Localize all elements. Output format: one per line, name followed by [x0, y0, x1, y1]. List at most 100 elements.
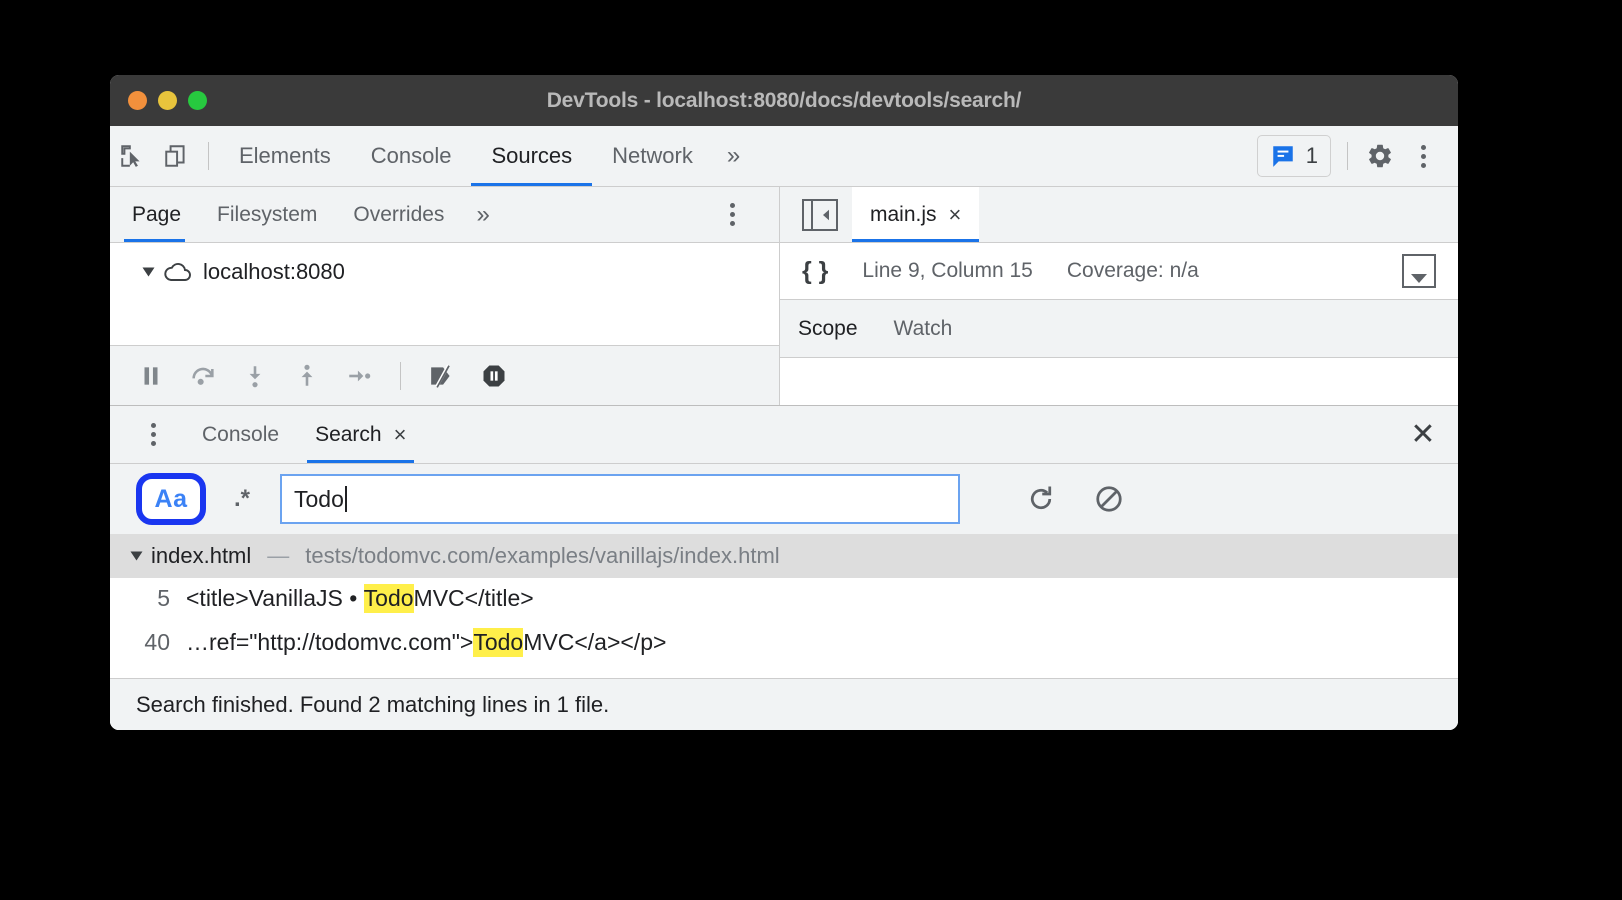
inspect-element-icon[interactable] — [110, 134, 154, 178]
drawer-tab-search-label: Search — [315, 422, 382, 446]
search-result-row[interactable]: 5 <title>VanillaJS • Todo MVC</title> — [110, 584, 1458, 628]
window-title: DevTools - localhost:8080/docs/devtools/… — [546, 88, 1022, 112]
result-line-after: MVC</a></p> — [523, 629, 667, 655]
tree-item-localhost[interactable]: localhost:8080 — [110, 253, 779, 291]
close-search-tab-icon[interactable]: × — [394, 423, 407, 446]
more-panels-chevron-icon[interactable]: » — [713, 126, 754, 186]
tab-scope[interactable]: Scope — [780, 300, 876, 357]
devtools-window: DevTools - localhost:8080/docs/devtools/… — [110, 75, 1458, 730]
editor-status-bar: { } Line 9, Column 15 Coverage: n/a — [780, 243, 1458, 300]
clear-icon[interactable] — [1086, 476, 1132, 522]
step-over-icon[interactable] — [180, 353, 226, 399]
sidebar-item-overrides[interactable]: Overrides — [335, 187, 462, 242]
tab-network[interactable]: Network — [592, 126, 713, 186]
nav-tab-filesystem-label: Filesystem — [217, 202, 318, 226]
navigator-tab-bar: Page Filesystem Overrides » — [110, 187, 779, 243]
chevron-down-icon[interactable] — [130, 551, 143, 561]
more-navigator-tabs-chevron-icon[interactable]: » — [462, 187, 503, 242]
regex-toggle-button[interactable]: .* — [214, 476, 270, 522]
coverage-dropdown-icon[interactable] — [1402, 254, 1436, 288]
cloud-icon — [164, 262, 191, 281]
pretty-print-braces-icon[interactable]: { } — [802, 257, 828, 286]
tab-sources-label: Sources — [491, 143, 573, 168]
sources-split: Page Filesystem Overrides » localhost:80… — [110, 187, 1458, 405]
drawer-kebab-menu-icon[interactable] — [132, 414, 174, 456]
match-case-button[interactable]: Aa — [136, 473, 206, 525]
navigator-pane: Page Filesystem Overrides » localhost:80… — [110, 187, 780, 405]
drawer: Console Search × ✕ Aa .* Todo index.html… — [110, 405, 1458, 730]
tab-sources[interactable]: Sources — [471, 126, 592, 186]
coverage-status: Coverage: n/a — [1066, 259, 1199, 282]
chevron-down-icon[interactable] — [142, 267, 155, 277]
editor-tab-bar: main.js × — [780, 187, 1458, 243]
result-line-before: …ref="http://todomvc.com"> — [186, 629, 474, 655]
search-result-file-header[interactable]: index.html — tests/todomvc.com/examples/… — [110, 534, 1458, 578]
tab-console[interactable]: Console — [351, 126, 472, 186]
drawer-tab-console[interactable]: Console — [184, 406, 297, 463]
result-line-number: 5 — [157, 585, 170, 611]
search-status-bar: Search finished. Found 2 matching lines … — [110, 678, 1458, 730]
debugger-toolbar — [110, 345, 779, 405]
nav-tab-overrides-label: Overrides — [353, 202, 445, 226]
tab-watch[interactable]: Watch — [876, 300, 971, 357]
result-separator: — — [267, 543, 290, 568]
close-icon[interactable]: × — [949, 203, 962, 226]
toolbar-divider-2 — [1347, 142, 1348, 170]
step-out-icon[interactable] — [284, 353, 330, 399]
sidebar-item-page[interactable]: Page — [110, 187, 199, 242]
navigator-kebab-menu-icon[interactable] — [711, 194, 753, 236]
message-count-badge[interactable]: 1 — [1256, 135, 1331, 177]
editor-file-tab-main-js[interactable]: main.js × — [852, 187, 980, 242]
gear-icon[interactable] — [1358, 134, 1402, 178]
device-toolbar-icon[interactable] — [154, 134, 198, 178]
tab-watch-label: Watch — [893, 316, 953, 340]
search-toolbar: Aa .* Todo — [110, 464, 1458, 534]
message-count: 1 — [1305, 143, 1318, 168]
drawer-tab-console-label: Console — [202, 422, 280, 446]
result-line-number: 40 — [144, 629, 170, 655]
match-case-label: Aa — [154, 484, 188, 513]
debugger-divider — [400, 361, 401, 390]
nav-tab-page-label: Page — [132, 202, 182, 226]
sidebar-item-filesystem[interactable]: Filesystem — [199, 187, 335, 242]
message-bubble-icon — [1273, 146, 1293, 167]
step-icon[interactable] — [336, 353, 382, 399]
step-into-icon[interactable] — [232, 353, 278, 399]
deactivate-breakpoints-icon[interactable] — [419, 353, 465, 399]
show-navigator-icon[interactable] — [802, 198, 838, 231]
result-line-after: MVC</title> — [413, 585, 534, 611]
refresh-icon[interactable] — [1018, 476, 1064, 522]
tab-console-label: Console — [370, 143, 452, 168]
search-status-text: Search finished. Found 2 matching lines … — [136, 691, 610, 717]
drawer-tab-bar: Console Search × ✕ — [110, 406, 1458, 464]
screenshot-root: DevTools - localhost:8080/docs/devtools/… — [0, 0, 1622, 900]
cursor-position: Line 9, Column 15 — [862, 259, 1033, 282]
search-actions — [1018, 476, 1132, 522]
toolbar-divider — [208, 142, 209, 170]
result-line-match: Todo — [363, 584, 414, 613]
file-tree: localhost:8080 — [110, 243, 779, 345]
close-window-button[interactable] — [128, 91, 147, 110]
tab-elements-label: Elements — [239, 143, 331, 168]
search-input[interactable]: Todo — [280, 474, 960, 524]
pause-script-icon[interactable] — [128, 353, 174, 399]
devtools-main-toolbar: Elements Console Sources Network » 1 — [110, 126, 1458, 187]
editor-pane: main.js × { } Line 9, Column 15 Coverage… — [780, 187, 1458, 405]
drawer-tab-search[interactable]: Search × — [297, 406, 424, 463]
kebab-menu-icon[interactable] — [1402, 135, 1444, 177]
pause-on-exceptions-icon[interactable] — [471, 353, 517, 399]
result-line-before: <title>VanillaJS • — [186, 585, 364, 611]
tab-elements[interactable]: Elements — [219, 126, 351, 186]
debug-sidebar-tabs: Scope Watch — [780, 300, 1458, 358]
editor-file-tab-label: main.js — [870, 202, 937, 226]
traffic-lights — [128, 91, 207, 110]
maximize-window-button[interactable] — [188, 91, 207, 110]
result-line-match: Todo — [473, 628, 524, 657]
text-cursor — [344, 486, 347, 512]
search-input-value: Todo — [294, 485, 344, 512]
tab-scope-label: Scope — [798, 316, 858, 340]
panel-tab-bar: Elements Console Sources Network » — [219, 126, 754, 186]
close-drawer-icon[interactable]: ✕ — [1400, 412, 1446, 458]
search-result-row[interactable]: 40 …ref="http://todomvc.com"> Todo MVC</a>… — [110, 628, 1458, 672]
minimize-window-button[interactable] — [158, 91, 177, 110]
